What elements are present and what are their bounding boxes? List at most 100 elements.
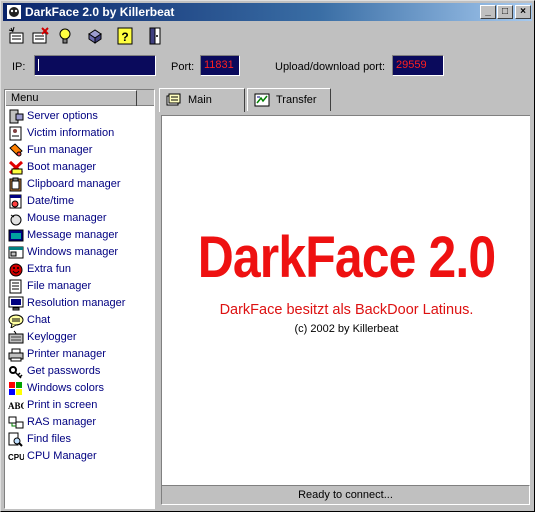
menu-item-label: Boot manager (27, 161, 97, 173)
disconnect-icon[interactable] (31, 26, 51, 46)
menu-item-label: Find files (27, 433, 72, 445)
minimize-button[interactable]: _ (480, 5, 496, 19)
main-content: DarkFace 2.0 DarkFace besitzt als BackDo… (161, 115, 530, 485)
main-tab-icon (166, 93, 181, 106)
cpu-icon: CPU (8, 453, 24, 462)
calendar-icon (9, 194, 22, 209)
keyboard-icon (8, 330, 24, 344)
idea-icon[interactable] (55, 26, 75, 46)
connection-bar: IP: Port: 11831 Upload/download port: 29… (3, 51, 532, 85)
menu-item-label: Mouse manager (27, 212, 107, 224)
menu-item-windows-manager[interactable]: Windows manager (5, 244, 154, 261)
menu-item-label: File manager (27, 280, 92, 292)
menu-item-victim-information[interactable]: Victim information (5, 125, 154, 142)
menu-item-file-manager[interactable]: File manager (5, 278, 154, 295)
transfer-port-field[interactable]: 29559 (392, 55, 444, 76)
boot-icon (8, 160, 24, 175)
menu-item-label: RAS manager (27, 416, 97, 428)
ip-field[interactable] (34, 55, 156, 76)
menu-item-windows-colors[interactable]: Windows colors (5, 380, 154, 397)
svg-text:CPU: CPU (8, 453, 24, 462)
search-icon (8, 432, 23, 447)
server-icon (9, 109, 24, 124)
splash-subtitle: DarkFace besitzt als BackDoor Latinus. (219, 302, 474, 318)
transfer-tab-icon (254, 93, 270, 107)
menu-item-label: Victim information (27, 127, 115, 139)
menu-item-label: Windows colors (27, 382, 105, 394)
menu-item-label: Resolution manager (27, 297, 126, 309)
fun-icon (9, 143, 23, 157)
menu-item-cpu-manager[interactable]: CPU CPU Manager (5, 448, 154, 465)
status-bar: Ready to connect... (161, 485, 530, 505)
menu-item-keylogger[interactable]: Keylogger (5, 329, 154, 346)
monitor-icon (8, 296, 24, 311)
menu-item-label: Date/time (27, 195, 75, 207)
port-field[interactable]: 11831 (200, 55, 240, 76)
main-window: DarkFace 2.0 by Killerbeat _ □ × ? IP: P… (0, 0, 535, 512)
tab-main[interactable]: Main (159, 88, 245, 112)
menu-item-fun-manager[interactable]: Fun manager (5, 142, 154, 159)
tab-strip: Main Transfer (159, 88, 531, 112)
new-connection-icon[interactable] (7, 26, 27, 46)
ip-label: IP: (12, 61, 26, 73)
menu-item-find-files[interactable]: Find files (5, 431, 154, 448)
menu-item-printer-manager[interactable]: Printer manager (5, 346, 154, 363)
palette-icon (9, 382, 22, 395)
menu-item-clipboard-manager[interactable]: Clipboard manager (5, 176, 154, 193)
menu-item-resolution-manager[interactable]: Resolution manager (5, 295, 154, 312)
abc-icon: ABC (8, 401, 24, 411)
key-icon (9, 366, 23, 379)
menu-item-chat[interactable]: Chat (5, 312, 154, 329)
menu-item-label: Server options (27, 110, 98, 122)
menu-item-label: Message manager (27, 229, 119, 241)
tab-main-label: Main (188, 94, 212, 106)
printer-icon (8, 348, 24, 362)
menu-item-boot-manager[interactable]: Boot manager (5, 159, 154, 176)
menu-item-label: Get passwords (27, 365, 101, 377)
svg-text:ABC: ABC (8, 401, 24, 411)
menu-list: Server options Victim information Fun mana… (5, 106, 154, 465)
menu-item-label: Windows manager (27, 246, 119, 258)
menu-column-header[interactable]: Menu (5, 90, 137, 106)
text-caret (38, 59, 39, 72)
clipboard-icon (9, 177, 22, 192)
windows-icon (8, 246, 24, 259)
copyright-text: (c) 2002 by Killerbeat (294, 323, 399, 335)
network-icon (8, 416, 24, 429)
toolbar: ? (3, 23, 532, 49)
menu-item-server-options[interactable]: Server options (5, 108, 154, 125)
exit-icon[interactable] (145, 26, 165, 46)
transfer-port-label: Upload/download port: (275, 61, 386, 73)
port-label: Port: (171, 61, 195, 73)
menu-item-get-passwords[interactable]: Get passwords (5, 363, 154, 380)
app-icon (7, 5, 21, 19)
menu-item-extra-fun[interactable]: Extra fun (5, 261, 154, 278)
menu-item-label: Clipboard manager (27, 178, 121, 190)
tab-transfer[interactable]: Transfer (247, 88, 331, 111)
menu-item-date-time[interactable]: Date/time (5, 193, 154, 210)
svg-text:?: ? (121, 30, 128, 44)
message-icon (8, 229, 24, 242)
title-bar[interactable]: DarkFace 2.0 by Killerbeat _ □ × (3, 3, 532, 21)
settings-icon[interactable] (85, 26, 105, 46)
maximize-button[interactable]: □ (497, 5, 513, 19)
window-title: DarkFace 2.0 by Killerbeat (25, 5, 175, 19)
menu-item-mouse-manager[interactable]: Mouse manager (5, 210, 154, 227)
tab-transfer-label: Transfer (276, 94, 317, 106)
menu-item-label: CPU Manager (27, 450, 97, 462)
close-button[interactable]: × (515, 5, 531, 19)
victim-icon (9, 126, 22, 141)
splash-title: DarkFace 2.0 (197, 225, 496, 290)
menu-item-label: Extra fun (27, 263, 72, 275)
menu-item-label: Printer manager (27, 348, 106, 360)
extra-fun-icon (9, 263, 23, 277)
file-icon (9, 279, 22, 294)
mouse-icon (10, 214, 22, 226)
menu-header: Menu (5, 90, 154, 106)
menu-item-print-in-screen[interactable]: ABCPrint in screen (5, 397, 154, 414)
menu-item-label: Keylogger (27, 331, 77, 343)
help-icon[interactable]: ? (115, 26, 135, 46)
menu-panel: Menu Server options Victim information Fun… (4, 89, 155, 509)
menu-item-ras-manager[interactable]: RAS manager (5, 414, 154, 431)
menu-item-message-manager[interactable]: Message manager (5, 227, 154, 244)
